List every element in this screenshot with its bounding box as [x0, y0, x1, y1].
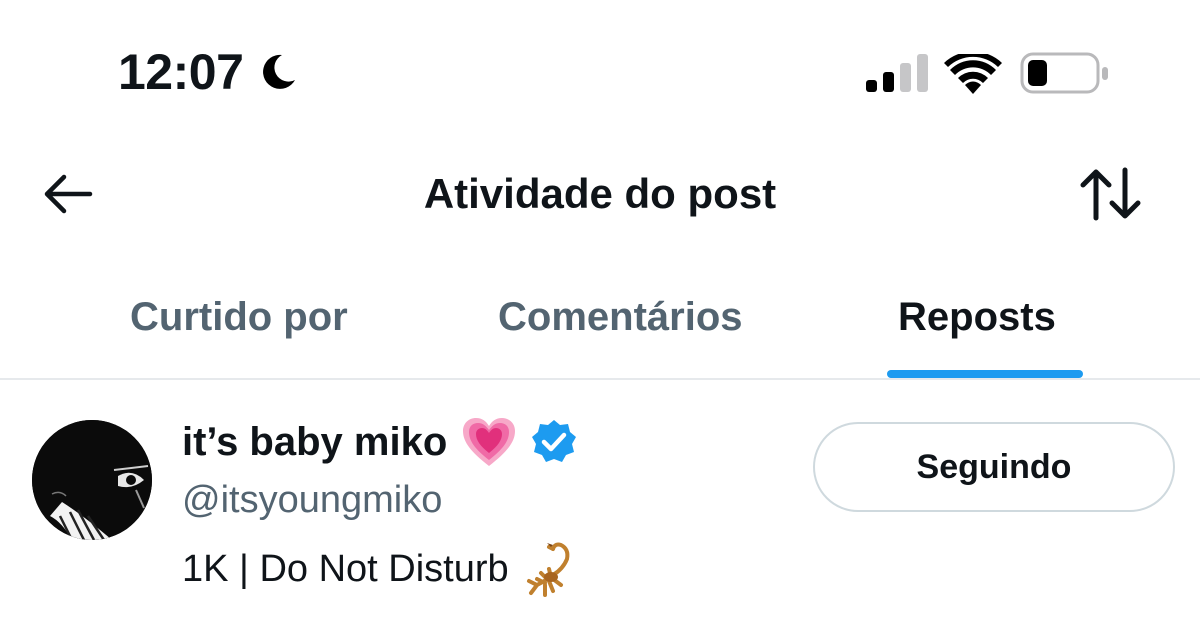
tab-reposts[interactable]: Reposts: [898, 292, 1056, 342]
tab-bar: Curtido por Comentários Reposts: [0, 288, 1200, 380]
following-button[interactable]: Seguindo: [813, 422, 1175, 512]
verified-badge-icon: [532, 420, 577, 462]
scorpion-icon: [526, 542, 570, 597]
avatar[interactable]: [32, 420, 152, 540]
growing-heart-icon: [463, 418, 516, 466]
bio-row: 1K | Do Not Disturb: [182, 540, 583, 598]
page-title: Atividade do post: [423, 170, 777, 217]
moon-icon: [263, 54, 295, 89]
tab-comentarios[interactable]: Comentários: [498, 292, 743, 342]
status-time: 12:07: [118, 44, 244, 100]
cellular-signal-icon: [866, 54, 928, 92]
tab-curtido-por[interactable]: Curtido por: [130, 292, 348, 342]
user-bio: 1K | Do Not Disturb: [182, 548, 509, 590]
display-name-row: it’s baby miko: [182, 412, 577, 472]
post-activity-screen: 12:07 Atividade do post Curtido por Come…: [0, 0, 1200, 641]
wifi-icon: [944, 54, 1002, 94]
active-tab-indicator: [887, 370, 1083, 378]
display-name[interactable]: it’s baby miko: [182, 416, 447, 468]
divider: [0, 378, 1200, 380]
battery-icon: [1020, 52, 1108, 94]
user-handle[interactable]: @itsyoungmiko: [182, 476, 442, 524]
sort-arrows-icon[interactable]: [1078, 164, 1144, 224]
